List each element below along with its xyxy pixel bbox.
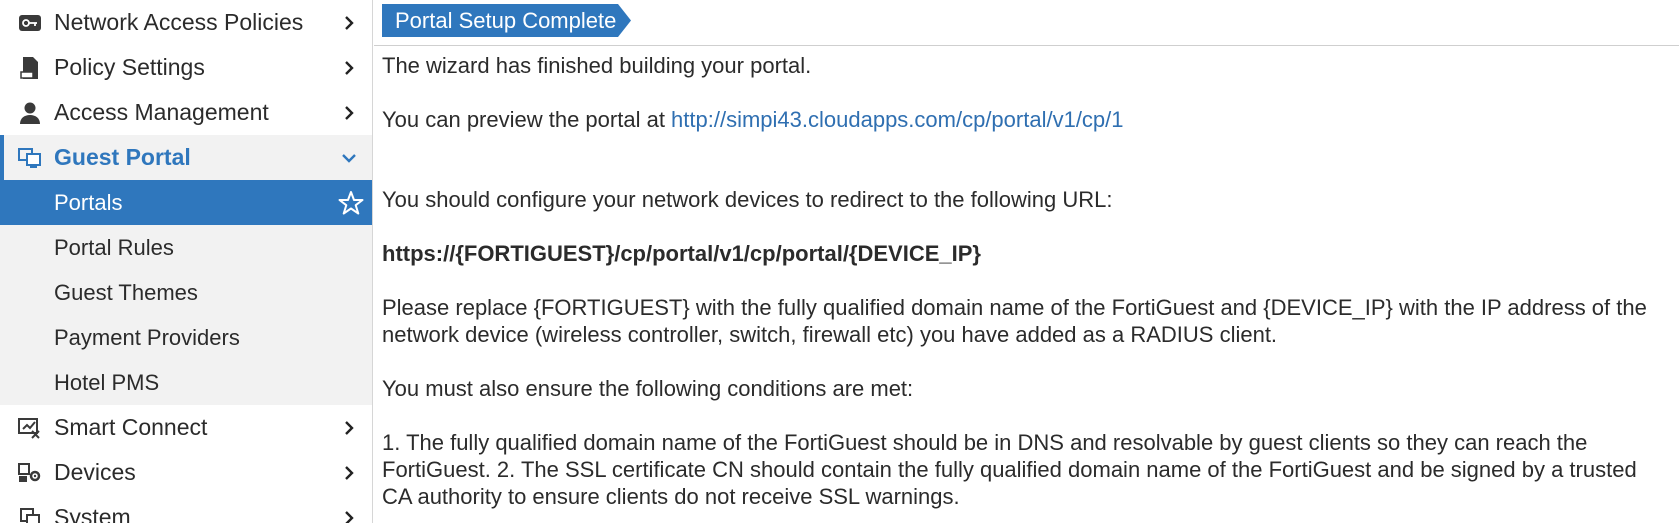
chevron-right-icon: [345, 15, 354, 30]
sidebar: Network Access Policies Policy Settings …: [0, 0, 373, 523]
preview-portal-link[interactable]: http://simpi43.cloudapps.com/cp/portal/v…: [671, 107, 1123, 132]
sidebar-subitem-label: Hotel PMS: [54, 369, 160, 395]
wizard-complete-text: The wizard has finished building your po…: [382, 53, 812, 78]
configure-devices-text: You should configure your network device…: [382, 187, 1113, 212]
sidebar-subitem-label: Portals: [54, 189, 123, 215]
sidebar-subitem-label: Payment Providers: [54, 324, 240, 350]
sidebar-item-label: Devices: [54, 459, 136, 485]
monitor-portal-icon: [17, 145, 43, 171]
redirect-url-text: https://{FORTIGUEST}/cp/portal/v1/cp/por…: [382, 241, 981, 266]
star-favorite-icon[interactable]: [338, 190, 364, 216]
preview-prefix-text: You can preview the portal at: [382, 107, 672, 132]
sidebar-subitem-guest-themes[interactable]: Guest Themes: [0, 270, 372, 315]
sidebar-subitem-portal-rules[interactable]: Portal Rules: [0, 225, 372, 270]
portal-setup-summary: The wizard has finished building your po…: [382, 52, 1669, 510]
chevron-right-icon: [345, 105, 354, 120]
sidebar-subitem-portals[interactable]: Portals: [0, 180, 372, 225]
chevron-right-icon: [345, 510, 354, 523]
sidebar-item-access-management[interactable]: Access Management: [0, 90, 372, 135]
guest-portal-subnav: Portals Portal Rules Guest Themes Paymen…: [0, 180, 372, 405]
replace-instructions-text: Please replace {FORTIGUEST} with the ful…: [382, 295, 1647, 347]
main-content: Portal Setup Complete The wizard has fin…: [374, 0, 1679, 523]
preview-line: You can preview the portal at http://sim…: [382, 106, 1669, 133]
conditions-list-text: 1. The fully qualified domain name of th…: [382, 430, 1637, 509]
sidebar-item-policy-settings[interactable]: Policy Settings: [0, 45, 372, 90]
sidebar-subitem-payment-providers[interactable]: Payment Providers: [0, 315, 372, 360]
devices-gear-icon: [17, 460, 43, 486]
sidebar-item-guest-portal[interactable]: Guest Portal: [0, 135, 372, 180]
sidebar-item-system[interactable]: System: [0, 495, 372, 523]
document-stamp-icon: [17, 55, 43, 81]
conditions-intro-text: You must also ensure the following condi…: [382, 376, 914, 401]
sidebar-item-label: Access Management: [54, 99, 269, 125]
smart-connect-icon: [17, 415, 43, 441]
sidebar-item-label: Policy Settings: [54, 54, 205, 80]
sidebar-item-label: Smart Connect: [54, 414, 208, 440]
sidebar-item-label: Guest Portal: [54, 144, 191, 170]
system-icon: [17, 505, 43, 523]
page-title-banner: Portal Setup Complete: [382, 4, 632, 37]
chevron-right-icon: [345, 60, 354, 75]
key-card-icon: [17, 10, 43, 36]
page-title: Portal Setup Complete: [395, 8, 617, 33]
sidebar-subitem-hotel-pms[interactable]: Hotel PMS: [0, 360, 372, 405]
page-header: Portal Setup Complete: [374, 0, 1679, 46]
sidebar-item-label: System: [54, 504, 131, 523]
sidebar-subitem-label: Guest Themes: [54, 279, 198, 305]
sidebar-item-devices[interactable]: Devices: [0, 450, 372, 495]
chevron-right-icon: [345, 465, 354, 480]
sidebar-item-label: Network Access Policies: [54, 9, 304, 35]
sidebar-subitem-label: Portal Rules: [54, 234, 174, 260]
chevron-down-icon: [342, 153, 356, 163]
user-icon: [17, 100, 43, 126]
chevron-right-icon: [345, 420, 354, 435]
sidebar-item-network-access-policies[interactable]: Network Access Policies: [0, 0, 372, 45]
sidebar-item-smart-connect[interactable]: Smart Connect: [0, 405, 372, 450]
